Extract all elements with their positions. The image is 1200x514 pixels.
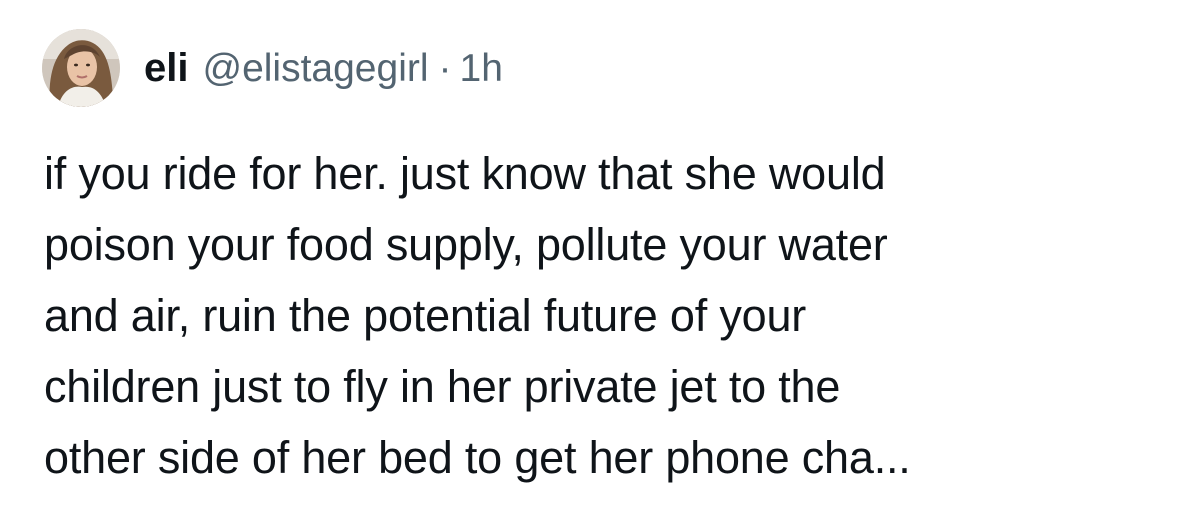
post-timestamp[interactable]: 1h: [460, 49, 503, 88]
tweet-text-line: poison your food supply, pollute your wa…: [44, 219, 888, 270]
avatar[interactable]: [42, 29, 120, 107]
tweet-text-line: and air, ruin the potential future of yo…: [44, 290, 807, 341]
display-name[interactable]: eli: [144, 48, 188, 88]
tweet-text-line: other side of her bed to get her phone c…: [44, 432, 911, 483]
user-handle[interactable]: @elistagegirl: [202, 49, 428, 88]
user-avatar-photo-icon: [42, 29, 120, 107]
tweet-card[interactable]: eli @elistagegirl · 1h if you ride for h…: [0, 0, 1200, 514]
tweet-body: if you ride for her. just know that she …: [44, 138, 1164, 493]
tweet-text-line: children just to fly in her private jet …: [44, 361, 841, 412]
tweet-header: eli @elistagegirl · 1h: [42, 28, 503, 108]
separator-dot: ·: [438, 46, 452, 90]
tweet-text-line: if you ride for her. just know that she …: [44, 148, 886, 199]
